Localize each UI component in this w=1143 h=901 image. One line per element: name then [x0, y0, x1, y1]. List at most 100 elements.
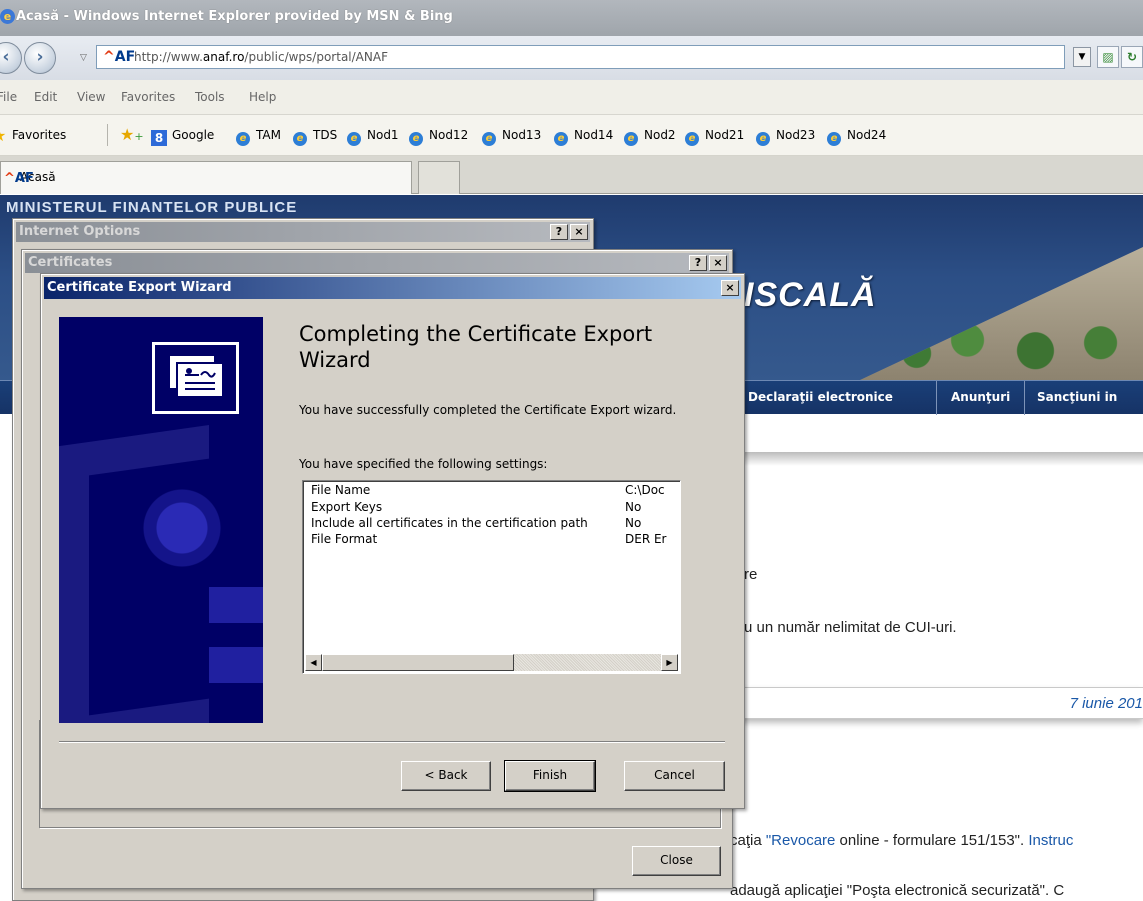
fav-nod14[interactable]: e Nod14 — [554, 128, 613, 146]
horizontal-scrollbar[interactable]: ◀ ▶ — [305, 654, 678, 671]
refresh-icon[interactable]: ↻ — [1121, 46, 1143, 68]
page-text-cui: u un număr nelimitat de CUI-uri. — [744, 619, 957, 636]
setting-key: File Format — [311, 532, 378, 546]
ie-logo-icon: e — [0, 9, 15, 24]
fav-nod2[interactable]: e Nod2 — [624, 128, 676, 146]
list-item: File Name C:\Doc — [311, 483, 680, 498]
internet-options-title: Internet Options — [19, 224, 141, 239]
ie-page-icon: e — [756, 132, 770, 146]
list-item: Include all certificates in the certific… — [311, 516, 680, 531]
menu-help[interactable]: Help — [249, 90, 276, 104]
menu-file[interactable]: File — [0, 90, 17, 104]
favorites-bar: ★ Favorites ★+ 8Google eTAM eTDS eNod1 e… — [0, 115, 1143, 156]
list-item: File Format DER Er — [311, 532, 680, 547]
news-link-instructiuni[interactable]: Instruc — [1028, 832, 1073, 849]
setting-key: Export Keys — [311, 500, 383, 514]
back-button[interactable]: ‹ — [0, 42, 22, 74]
site-title: ISCALĂ — [744, 276, 877, 314]
ie-page-icon: e — [624, 132, 638, 146]
certificate-export-wizard: Certificate Export Wizard × Completing t… — [40, 273, 745, 809]
cancel-button[interactable]: Cancel — [624, 761, 725, 791]
certificates-title: Certificates — [28, 255, 113, 270]
side-panel-shape — [209, 587, 263, 623]
menu-bar: File Edit View Favorites Tools Help — [0, 80, 1143, 115]
address-url: http://www.anaf.ro/public/wps/portal/ANA… — [134, 50, 388, 64]
wizard-separator — [59, 741, 725, 743]
fav-tam[interactable]: e TAM — [236, 128, 281, 146]
help-button[interactable]: ? — [550, 224, 568, 240]
wizard-heading: Completing the Certificate Export Wizard — [299, 322, 653, 372]
setting-value: DER Er — [625, 532, 667, 546]
wizard-title-bar: Certificate Export Wizard × — [44, 277, 741, 299]
tab-favicon: ^AF — [4, 171, 34, 186]
internet-options-title-bar: Internet Options ? × — [16, 222, 590, 242]
news-date: 7 iunie 201 — [1069, 695, 1143, 712]
ie-page-icon: e — [554, 132, 568, 146]
add-to-favorites-icon[interactable]: ★+ — [120, 125, 144, 144]
nav-separator — [1024, 381, 1025, 415]
ie-page-icon: e — [347, 132, 361, 146]
forward-button[interactable]: › — [24, 42, 56, 74]
close-button[interactable]: Close — [632, 846, 721, 876]
news-line-1: caţia "Revocare online - formulare 151/1… — [730, 832, 1074, 849]
wizard-success-text: You have successfully completed the Cert… — [299, 403, 677, 417]
nav-anunturi[interactable]: Anunţuri — [951, 390, 1010, 404]
certificates-title-bar: Certificates ? × — [25, 253, 729, 273]
close-button[interactable]: × — [721, 280, 739, 296]
compatibility-view-icon[interactable]: ▨ — [1097, 46, 1119, 68]
ie-page-icon: e — [827, 132, 841, 146]
wizard-title: Certificate Export Wizard — [47, 280, 232, 295]
finish-button[interactable]: Finish — [504, 760, 596, 792]
ie-page-icon: e — [482, 132, 496, 146]
address-dropdown-icon[interactable]: ▼ — [1073, 47, 1091, 67]
google-icon: 8 — [151, 130, 167, 146]
close-button[interactable]: × — [570, 224, 588, 240]
nav-separator — [936, 381, 937, 415]
fav-nod12[interactable]: e Nod12 — [409, 128, 468, 146]
address-bar[interactable]: ^AF http://www.anaf.ro/public/wps/portal… — [96, 45, 1065, 69]
scroll-left-icon[interactable]: ◀ — [305, 654, 322, 671]
ministry-banner-text: MINISTERUL FINANTELOR PUBLICE — [6, 199, 298, 216]
seal-icon — [143, 489, 221, 567]
fav-nod21[interactable]: e Nod21 — [685, 128, 744, 146]
wizard-settings-label: You have specified the following setting… — [299, 457, 548, 471]
page-text-fragment: re — [744, 566, 758, 583]
ie-page-icon: e — [236, 132, 250, 146]
fav-nod24[interactable]: e Nod24 — [827, 128, 886, 146]
favorites-button[interactable]: Favorites — [12, 128, 66, 142]
nav-declaratii[interactable]: Declaraţii electronice — [748, 390, 893, 404]
site-favicon: ^AF — [103, 49, 136, 65]
fav-tds[interactable]: e TDS — [293, 128, 337, 146]
scrollbar-thumb[interactable] — [322, 654, 514, 671]
setting-value: No — [625, 516, 642, 530]
tab-acasa[interactable]: ^AF Acasă — [0, 161, 412, 194]
back-button[interactable]: < Back — [401, 761, 491, 791]
fav-nod23[interactable]: e Nod23 — [756, 128, 815, 146]
fav-nod1[interactable]: e Nod1 — [347, 128, 399, 146]
favorites-star-icon[interactable]: ★ — [0, 126, 6, 145]
certificate-glyph — [168, 354, 224, 398]
close-button[interactable]: × — [709, 255, 727, 271]
help-button[interactable]: ? — [689, 255, 707, 271]
menu-tools[interactable]: Tools — [195, 90, 225, 104]
setting-value: No — [625, 500, 642, 514]
setting-key: File Name — [311, 483, 371, 497]
fav-nod13[interactable]: e Nod13 — [482, 128, 541, 146]
settings-list[interactable]: File Name C:\Doc Export Keys No Include … — [302, 480, 681, 674]
menu-view[interactable]: View — [77, 90, 105, 104]
side-panel-shape — [209, 647, 263, 683]
fav-google[interactable]: 8 Google — [151, 128, 214, 146]
news-link-revocare[interactable]: "Revocare — [766, 832, 836, 849]
menu-favorites[interactable]: Favorites — [121, 90, 175, 104]
building-photo — [860, 247, 1143, 380]
menu-edit[interactable]: Edit — [34, 90, 57, 104]
news-line-2: adaugă aplicaţiei "Poşta electronică sec… — [730, 882, 1065, 899]
setting-value: C:\Doc — [625, 483, 665, 497]
scroll-right-icon[interactable]: ▶ — [661, 654, 678, 671]
new-tab-button[interactable] — [418, 161, 460, 194]
news-date-bar: 7 iunie 201 — [700, 687, 1143, 719]
recent-pages-dropdown-icon[interactable]: ▽ — [80, 53, 87, 63]
content-shadow — [700, 452, 1143, 466]
ie-page-icon: e — [293, 132, 307, 146]
nav-sanctiuni[interactable]: Sancţiuni in — [1037, 390, 1117, 404]
